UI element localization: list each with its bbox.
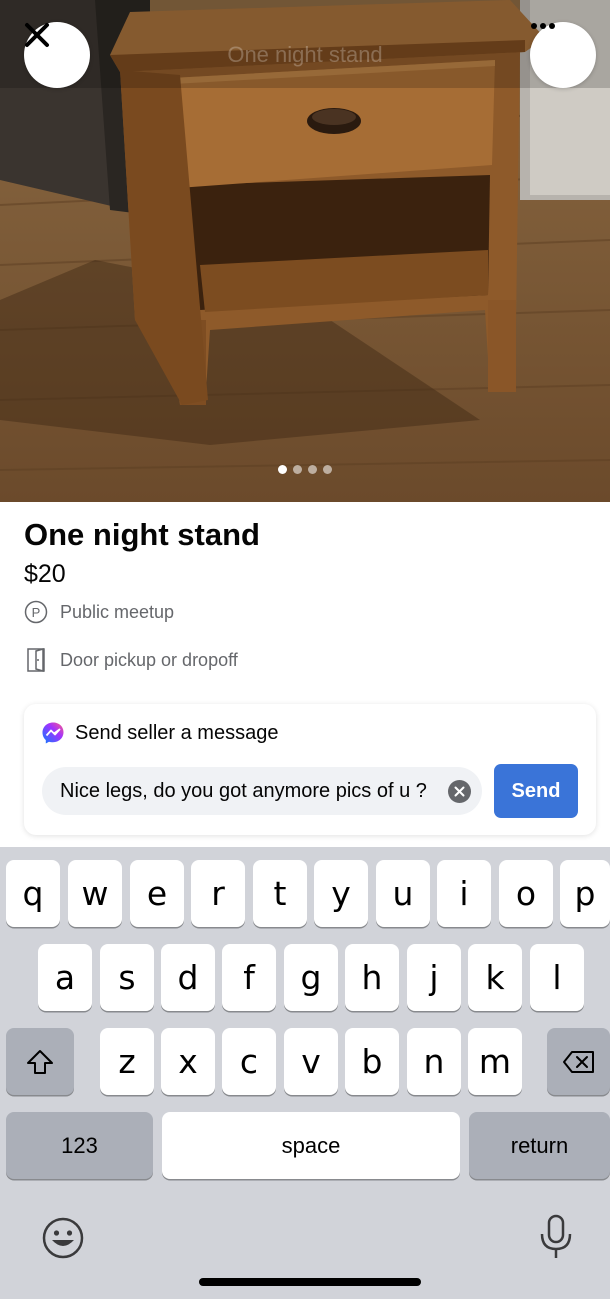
message-card-header: Send seller a message xyxy=(41,721,278,745)
messenger-icon xyxy=(42,722,64,744)
pagination-dot[interactable] xyxy=(323,465,332,474)
listing-title: One night stand xyxy=(24,517,260,552)
return-key[interactable]: return xyxy=(469,1112,610,1179)
svg-text:P: P xyxy=(32,605,41,620)
detail-door-pickup: Door pickup or dropoff xyxy=(24,648,238,672)
key-x[interactable]: x xyxy=(161,1028,215,1095)
key-j[interactable]: j xyxy=(407,944,461,1011)
key-k[interactable]: k xyxy=(468,944,522,1011)
pagination-dot[interactable] xyxy=(293,465,302,474)
space-key[interactable]: space xyxy=(162,1112,460,1179)
clear-input-button[interactable] xyxy=(448,780,471,803)
key-s[interactable]: s xyxy=(100,944,154,1011)
key-y[interactable]: y xyxy=(314,860,368,927)
key-r[interactable]: r xyxy=(191,860,245,927)
detail-label: Door pickup or dropoff xyxy=(60,649,238,670)
key-m[interactable]: m xyxy=(468,1028,522,1095)
pagination-dot[interactable] xyxy=(278,465,287,474)
listing-price: $20 xyxy=(24,560,66,588)
home-indicator[interactable] xyxy=(199,1278,421,1286)
key-q[interactable]: q xyxy=(6,860,60,927)
detail-label: Public meetup xyxy=(60,601,175,622)
key-i[interactable]: i xyxy=(437,860,491,927)
key-z[interactable]: z xyxy=(100,1028,154,1095)
delete-key[interactable] xyxy=(547,1028,610,1095)
pagination-dot[interactable] xyxy=(308,465,317,474)
clear-icon xyxy=(454,786,465,797)
message-seller-card: Send seller a message Nice legs, do you … xyxy=(24,704,596,835)
send-button[interactable]: Send xyxy=(494,764,578,818)
key-p[interactable]: p xyxy=(560,860,610,927)
header-title: One night stand xyxy=(227,42,383,67)
key-l[interactable]: l xyxy=(530,944,584,1011)
emoji-button[interactable] xyxy=(41,1216,85,1265)
public-meetup-icon: P xyxy=(24,600,48,624)
close-icon xyxy=(25,23,49,47)
backspace-icon xyxy=(562,1050,594,1073)
message-card-title: Send seller a message xyxy=(75,721,279,744)
photo-pagination xyxy=(0,465,610,474)
key-n[interactable]: n xyxy=(407,1028,461,1095)
numbers-key[interactable]: 123 xyxy=(6,1112,153,1179)
emoji-icon xyxy=(42,1217,84,1259)
more-horizontal-icon xyxy=(531,23,555,29)
close-button[interactable] xyxy=(24,22,90,88)
message-input[interactable]: Nice legs, do you got anymore pics of u … xyxy=(42,767,482,815)
microphone-icon xyxy=(540,1214,572,1258)
key-t[interactable]: t xyxy=(253,860,307,927)
shift-icon xyxy=(27,1049,53,1074)
key-w[interactable]: w xyxy=(68,860,122,927)
key-b[interactable]: b xyxy=(345,1028,399,1095)
key-h[interactable]: h xyxy=(345,944,399,1011)
detail-public-meetup: P Public meetup xyxy=(24,600,174,624)
key-v[interactable]: v xyxy=(284,1028,338,1095)
listing-photo[interactable]: One night stand xyxy=(0,0,610,502)
key-c[interactable]: c xyxy=(222,1028,276,1095)
key-e[interactable]: e xyxy=(130,860,184,927)
key-g[interactable]: g xyxy=(284,944,338,1011)
key-o[interactable]: o xyxy=(499,860,553,927)
key-d[interactable]: d xyxy=(161,944,215,1011)
key-a[interactable]: a xyxy=(38,944,92,1011)
shift-key[interactable] xyxy=(6,1028,74,1095)
key-f[interactable]: f xyxy=(222,944,276,1011)
message-input-value[interactable]: Nice legs, do you got anymore pics of u … xyxy=(60,780,427,803)
dictation-button[interactable] xyxy=(538,1214,574,1265)
key-u[interactable]: u xyxy=(376,860,430,927)
more-options-button[interactable] xyxy=(530,22,596,88)
door-icon xyxy=(24,648,48,672)
